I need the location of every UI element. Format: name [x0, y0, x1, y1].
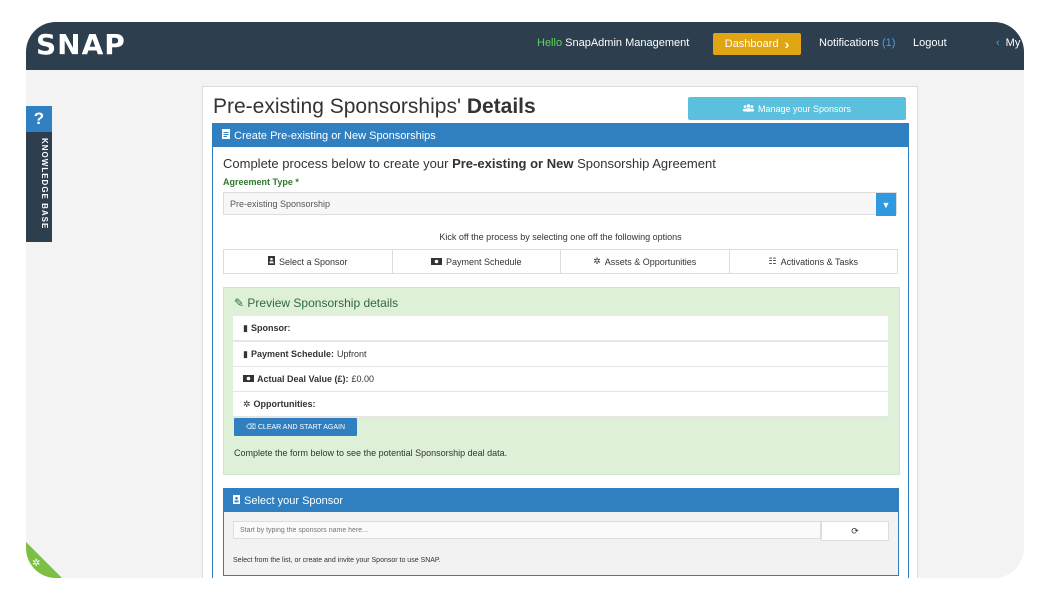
agreement-type-select[interactable]: Pre-existing Sponsorship ▼ [223, 192, 897, 216]
create-card-header: Create Pre-existing or New Sponsorships [213, 124, 908, 147]
sponsor-search-input[interactable] [233, 521, 821, 539]
document-icon [222, 129, 230, 142]
id-card-icon: ▮ [243, 322, 248, 333]
preview-note: Complete the form below to see the poten… [234, 448, 508, 458]
notifications-label: Notifications [819, 37, 879, 49]
lead-bold: Pre-existing or New [452, 156, 574, 171]
my-menu[interactable]: ‹ My [996, 37, 1020, 49]
hello-text: Hello [537, 37, 563, 49]
instructions-lead: Complete process below to create your Pr… [223, 156, 716, 171]
preview-row-opportunities: ✲ Opportunities: [233, 392, 888, 417]
deal-value: £0.00 [351, 374, 375, 384]
payment-label: Payment Schedule: [250, 349, 334, 359]
id-card-icon [233, 494, 240, 507]
create-sponsorship-card: Create Pre-existing or New Sponsorships … [212, 123, 909, 578]
dashboard-button[interactable]: Dashboard › [713, 33, 801, 55]
process-tabs: Select a Sponsor Payment Schedule ✲ Asse… [223, 249, 898, 274]
select-sponsor-header: Select your Sponsor [224, 489, 898, 512]
user-name: SnapAdmin Management [565, 37, 690, 49]
payment-value: Upfront [336, 349, 367, 359]
chevron-right-icon: › [784, 36, 790, 52]
page-title: Pre-existing Sponsorships' Details [213, 95, 536, 119]
cog-icon: ✲ [593, 256, 601, 266]
tab-select-sponsor[interactable]: Select a Sponsor [224, 250, 393, 273]
preview-row-sponsor: ▮ Sponsor: [233, 316, 888, 341]
tab-label: Activations & Tasks [780, 256, 858, 267]
knowledge-base-label: KNOWLEDGE BASE [40, 138, 49, 230]
clear-label: CLEAR AND START AGAIN [257, 423, 346, 431]
create-card-title: Create Pre-existing or New Sponsorships [234, 129, 436, 142]
manage-sponsors-button[interactable]: Manage your Sponsors [688, 97, 906, 120]
tab-label: Select a Sponsor [278, 256, 348, 267]
kickoff-text: Kick off the process by selecting one of… [439, 232, 682, 242]
tab-payment-schedule[interactable]: Payment Schedule [393, 250, 561, 273]
refresh-button[interactable]: ⟳ [821, 521, 889, 541]
main-panel: Pre-existing Sponsorships' Details Manag… [202, 86, 918, 578]
greeting: Hello SnapAdmin Management [537, 37, 689, 49]
clear-start-again-button[interactable]: ⌫ CLEAR AND START AGAIN [234, 418, 357, 436]
tab-label: Assets & Opportunities [604, 256, 697, 267]
sponsor-label: Sponsor: [250, 323, 291, 333]
users-icon [742, 103, 754, 114]
preview-panel: ✎ Preview Sponsorship details ▮ Sponsor:… [223, 287, 900, 475]
preview-row-deal: Actual Deal Value (£): £0.00 [233, 367, 888, 392]
app-frame: SNAP Hello SnapAdmin Management Dashboar… [26, 22, 1024, 578]
top-navbar: SNAP Hello SnapAdmin Management Dashboar… [26, 22, 1024, 70]
dashboard-label: Dashboard [724, 38, 779, 50]
knowledge-base-tab[interactable]: ? KNOWLEDGE BASE [26, 106, 52, 242]
refresh-icon: ⟳ [851, 525, 859, 536]
opportunities-label: Opportunities: [253, 399, 316, 409]
preview-title-text: Preview Sponsorship details [247, 296, 399, 310]
notifications-link[interactable]: Notifications (1) [819, 37, 895, 49]
list-icon: ☷ [768, 256, 777, 266]
sponsor-help-text: Select from the list, or create and invi… [233, 557, 441, 564]
document-icon: ▮ [243, 348, 248, 359]
select-sponsor-card: Select your Sponsor ⟳ Select from the li… [223, 488, 899, 576]
notifications-count: (1) [881, 37, 896, 49]
manage-sponsors-label: Manage your Sponsors [757, 103, 852, 114]
agreement-type-value: Pre-existing Sponsorship [230, 198, 331, 209]
caret-down-icon[interactable]: ▼ [876, 193, 896, 216]
tab-assets-opportunities[interactable]: ✲ Assets & Opportunities [561, 250, 730, 273]
gear-icon: ✲ [32, 558, 41, 569]
id-card-icon [267, 256, 275, 267]
cog-icon: ✲ [243, 398, 251, 409]
edit-icon: ✎ [234, 296, 245, 310]
money-icon [430, 257, 442, 267]
chevron-left-icon: ‹ [996, 37, 1000, 49]
page-title-bold: Details [466, 95, 536, 118]
lead-before: Complete process below to create your [223, 156, 449, 171]
preview-title: ✎ Preview Sponsorship details [234, 296, 398, 310]
question-icon: ? [26, 106, 52, 132]
agreement-type-label: Agreement Type * [223, 177, 299, 187]
tab-activations-tasks[interactable]: ☷ Activations & Tasks [730, 250, 898, 273]
my-label: My [1005, 37, 1021, 49]
preview-row-payment: ▮ Payment Schedule: Upfront [233, 342, 888, 367]
money-icon [243, 374, 254, 384]
logout-link[interactable]: Logout [913, 37, 947, 49]
deal-label: Actual Deal Value (£): [257, 374, 349, 384]
select-sponsor-title: Select your Sponsor [244, 494, 344, 507]
lead-after: Sponsorship Agreement [577, 156, 716, 171]
page-title-normal: Pre-existing Sponsorships' [213, 95, 461, 118]
tab-label: Payment Schedule [445, 256, 522, 267]
eraser-icon: ⌫ [245, 424, 256, 431]
snap-logo[interactable]: SNAP [36, 28, 126, 61]
